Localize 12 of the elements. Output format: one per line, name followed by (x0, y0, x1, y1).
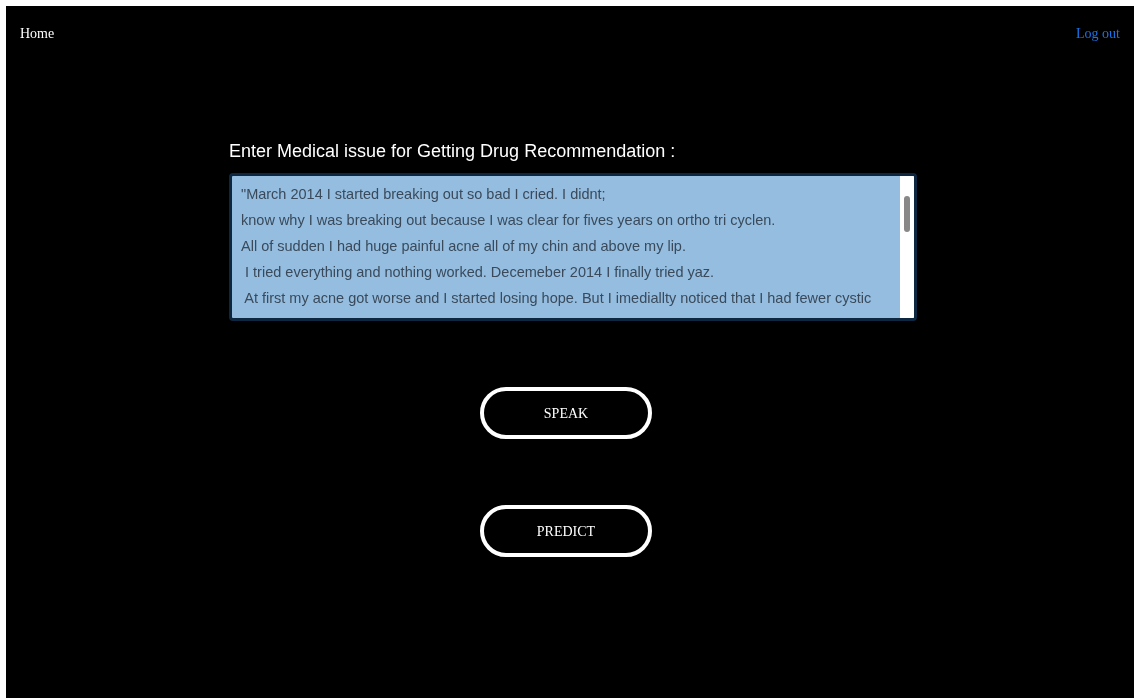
logout-link[interactable]: Log out (1076, 23, 1120, 44)
speak-button[interactable]: SPEAK (480, 387, 652, 439)
text-line: At first my acne got worse and I started losing hope. But I imediallty noticed that I had fewer cystic (243, 289, 873, 308)
text-line: "March 2014 I started breaking out so bad I cried. I didnt; (241, 185, 607, 204)
text-line: know why I was breaking out because I was clear for fives years on ortho tri cyclen. (241, 211, 777, 230)
predict-button[interactable]: PREDICT (480, 505, 652, 557)
text-line: All of sudden I had huge painful acne all of my chin and above my lip. (241, 237, 687, 256)
prompt-label: Enter Medical issue for Getting Drug Recommendation : (229, 140, 677, 163)
text-line: I tried everything and nothing worked. Decemeber 2014 I finally tried yaz. (244, 263, 716, 282)
scrollbar[interactable] (900, 176, 914, 318)
home-link[interactable]: Home (20, 23, 55, 44)
text-area[interactable] (229, 173, 917, 321)
